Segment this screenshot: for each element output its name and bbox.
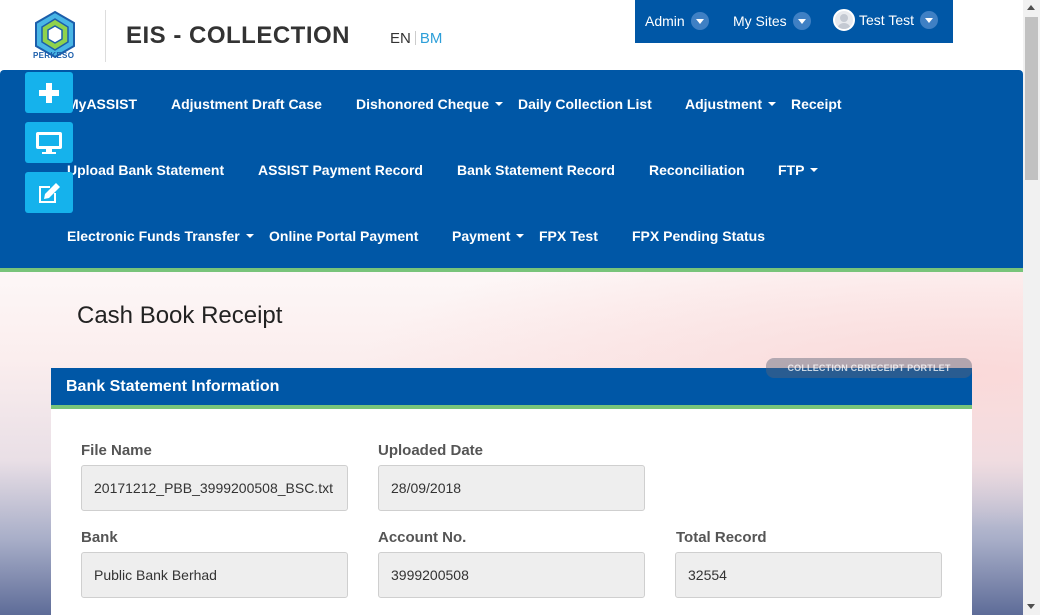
nav-fpx-pending-status[interactable]: FPX Pending Status [632,228,765,244]
nav-label: Receipt [791,96,842,112]
nav-myassist[interactable]: MyASSIST [67,96,137,112]
caret-down-icon [516,234,525,238]
nav-receipt[interactable]: Receipt [791,96,842,112]
caret-down-icon [245,234,254,238]
account-no-label: Account No. [378,529,467,546]
monitor-button[interactable] [25,122,73,163]
nav-bank-statement-record[interactable]: Bank Statement Record [457,162,615,178]
nav-adjustment[interactable]: Adjustment [685,96,776,112]
nav-label: Electronic Funds Transfer [67,228,240,244]
scroll-up-icon[interactable] [1027,5,1035,10]
edit-icon [39,182,60,203]
page-scrollbar[interactable] [1023,0,1040,615]
nav-adjustment-draft-case[interactable]: Adjustment Draft Case [171,96,322,112]
avatar [833,9,855,31]
app-title: EIS - COLLECTION [126,22,350,49]
uploaded-date-label: Uploaded Date [378,442,484,459]
lang-en-link[interactable]: EN [390,30,411,47]
nav-ftp[interactable]: FTP [778,162,819,178]
user-menu[interactable]: Test Test [833,9,938,31]
user-name: Test Test [859,12,914,28]
user-bar: Admin My Sites Test Test [635,0,953,43]
nav-online-portal-payment[interactable]: Online Portal Payment [269,228,418,244]
my-sites-menu[interactable]: My Sites [733,12,811,30]
admin-menu[interactable]: Admin [645,12,709,30]
nav-label: ASSIST Payment Record [258,162,423,178]
lang-bm-link[interactable]: BM [420,30,443,47]
nav-assist-payment-record[interactable]: ASSIST Payment Record [258,162,423,178]
nav-label: MyASSIST [67,96,138,112]
nav-label: Daily Collection List [518,96,652,112]
panel-title: Bank Statement Information [66,378,280,395]
nav-label: Upload Bank Statement [67,162,225,178]
nav-label: Adjustment Draft Case [171,96,322,112]
chevron-down-icon [690,12,709,30]
main-navbar: MyASSIST Adjustment Draft Case Dishonore… [0,70,1023,272]
nav-payment[interactable]: Payment [452,228,525,244]
caret-down-icon [768,102,776,106]
monitor-icon [36,131,62,154]
nav-upload-bank-statement[interactable]: Upload Bank Statement [67,162,224,178]
nav-label: Online Portal Payment [269,228,419,244]
bank-label: Bank [81,529,118,546]
page-title: Cash Book Receipt [77,302,283,329]
nav-label: FPX Pending Status [632,228,766,244]
edit-button[interactable] [25,172,73,213]
nav-label: Adjustment [685,96,762,112]
scroll-down-icon[interactable] [1027,604,1035,609]
caret-down-icon [495,102,504,106]
logo-text: PERKESO [33,51,75,60]
bank-field[interactable] [81,552,348,598]
total-record-field[interactable] [675,552,942,598]
add-button[interactable] [25,72,73,113]
caret-down-icon [810,168,819,172]
chevron-down-icon [920,11,938,29]
total-record-label: Total Record [676,529,767,546]
chevron-down-icon [792,12,811,30]
language-switcher: EN BM [390,30,442,47]
nav-dishonored-cheque[interactable]: Dishonored Cheque [356,96,504,112]
my-sites-label: My Sites [733,13,787,29]
nav-label: Payment [452,228,511,244]
nav-electronic-funds-transfer[interactable]: Electronic Funds Transfer [67,228,254,244]
nav-daily-collection-list[interactable]: Daily Collection List [518,96,652,112]
nav-label: Dishonored Cheque [356,96,490,112]
nav-reconciliation[interactable]: Reconciliation [649,162,745,178]
panel-body: File Name Uploaded Date Bank Account No.… [51,409,972,615]
nav-label: Reconciliation [649,162,745,178]
header-divider [105,10,106,62]
admin-label: Admin [645,13,685,29]
scrollbar-thumb[interactable] [1025,17,1038,180]
nav-label: Bank Statement Record [457,162,615,178]
file-name-label: File Name [81,442,152,459]
uploaded-date-field[interactable] [378,465,645,511]
nav-label: FTP [778,162,805,178]
lang-divider [414,31,416,45]
nav-label: FPX Test [539,228,598,244]
nav-fpx-test[interactable]: FPX Test [539,228,598,244]
account-no-field[interactable] [378,552,645,598]
portlet-tag: COLLECTION CBRECEIPT PORTLET [766,358,972,378]
file-name-field[interactable] [81,465,348,511]
add-icon [39,82,59,103]
